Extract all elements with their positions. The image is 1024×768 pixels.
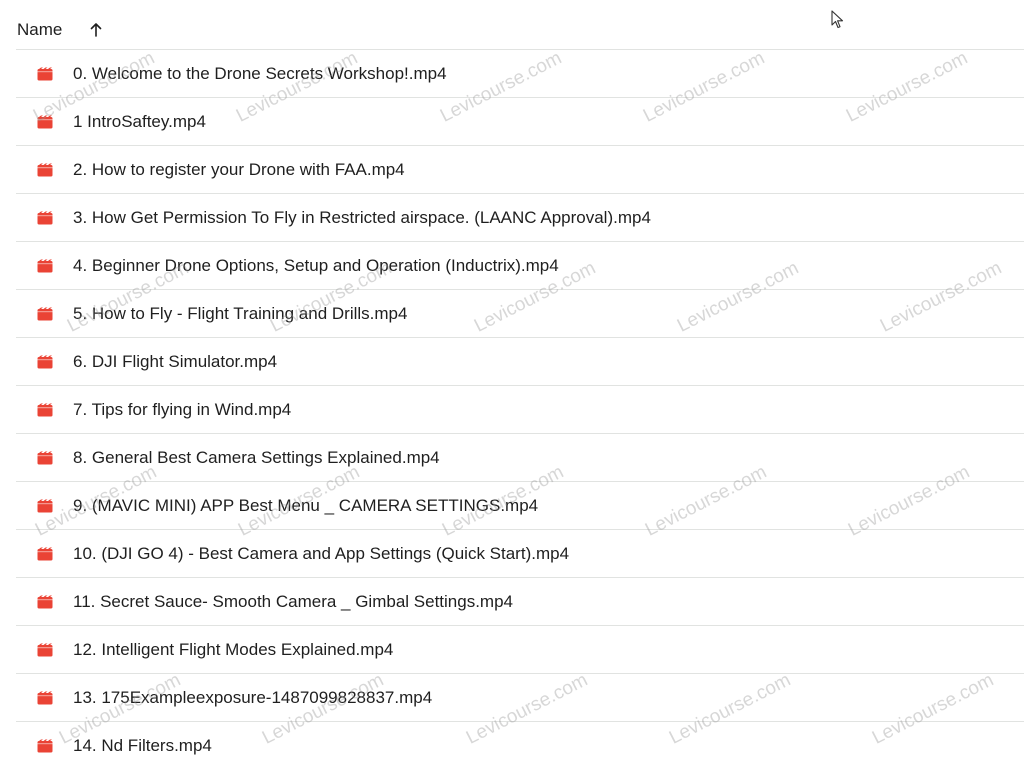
- video-file-icon: [37, 403, 53, 417]
- video-file-icon: [37, 739, 53, 753]
- video-file-icon: [37, 211, 53, 225]
- file-name: 12. Intelligent Flight Modes Explained.m…: [73, 639, 394, 659]
- file-row[interactable]: 10. (DJI GO 4) - Best Camera and App Set…: [16, 530, 1024, 578]
- video-file-icon: [37, 307, 53, 321]
- file-name: 11. Secret Sauce- Smooth Camera _ Gimbal…: [73, 591, 513, 611]
- video-file-icon: [37, 115, 53, 129]
- list-header: Name: [16, 10, 1024, 50]
- file-name: 3. How Get Permission To Fly in Restrict…: [73, 207, 651, 227]
- file-name: 2. How to register your Drone with FAA.m…: [73, 159, 405, 179]
- file-row[interactable]: 4. Beginner Drone Options, Setup and Ope…: [16, 242, 1024, 290]
- file-name: 1 IntroSaftey.mp4: [73, 111, 206, 131]
- file-row[interactable]: 11. Secret Sauce- Smooth Camera _ Gimbal…: [16, 578, 1024, 626]
- file-name: 6. DJI Flight Simulator.mp4: [73, 351, 278, 371]
- file-row[interactable]: 13. 175Exampleexposure-1487099828837.mp4: [16, 674, 1024, 722]
- file-row[interactable]: 6. DJI Flight Simulator.mp4: [16, 338, 1024, 386]
- file-row[interactable]: 1 IntroSaftey.mp4: [16, 98, 1024, 146]
- drive-file-list-page: Name 0. Welcome to the Drone Secrets Wor…: [0, 0, 1024, 768]
- video-file-icon: [37, 67, 53, 81]
- file-row[interactable]: 12. Intelligent Flight Modes Explained.m…: [16, 626, 1024, 674]
- video-file-icon: [37, 355, 53, 369]
- video-file-icon: [37, 163, 53, 177]
- file-row[interactable]: 7. Tips for flying in Wind.mp4: [16, 386, 1024, 434]
- file-name: 0. Welcome to the Drone Secrets Workshop…: [73, 63, 447, 83]
- name-column-header[interactable]: Name: [17, 20, 62, 40]
- video-file-icon: [37, 595, 53, 609]
- file-row[interactable]: 0. Welcome to the Drone Secrets Workshop…: [16, 50, 1024, 98]
- file-name: 14. Nd Filters.mp4: [73, 735, 212, 755]
- video-file-icon: [37, 643, 53, 657]
- video-file-icon: [37, 691, 53, 705]
- file-name: 7. Tips for flying in Wind.mp4: [73, 399, 292, 419]
- video-file-icon: [37, 259, 53, 273]
- file-name: 10. (DJI GO 4) - Best Camera and App Set…: [73, 543, 570, 563]
- arrow-up-icon[interactable]: [88, 22, 104, 38]
- file-row[interactable]: 3. How Get Permission To Fly in Restrict…: [16, 194, 1024, 242]
- file-row[interactable]: 5. How to Fly - Flight Training and Dril…: [16, 290, 1024, 338]
- file-name: 13. 175Exampleexposure-1487099828837.mp4: [73, 687, 433, 707]
- file-row[interactable]: 14. Nd Filters.mp4: [16, 722, 1024, 768]
- video-file-icon: [37, 547, 53, 561]
- file-name: 5. How to Fly - Flight Training and Dril…: [73, 303, 408, 323]
- file-name: 9. (MAVIC MINI) APP Best Menu _ CAMERA S…: [73, 495, 539, 515]
- file-row[interactable]: 9. (MAVIC MINI) APP Best Menu _ CAMERA S…: [16, 482, 1024, 530]
- file-row[interactable]: 2. How to register your Drone with FAA.m…: [16, 146, 1024, 194]
- video-file-icon: [37, 499, 53, 513]
- mouse-cursor-icon: [831, 10, 845, 30]
- file-name: 4. Beginner Drone Options, Setup and Ope…: [73, 255, 559, 275]
- file-list: 0. Welcome to the Drone Secrets Workshop…: [16, 50, 1024, 768]
- file-row[interactable]: 8. General Best Camera Settings Explaine…: [16, 434, 1024, 482]
- video-file-icon: [37, 451, 53, 465]
- file-name: 8. General Best Camera Settings Explaine…: [73, 447, 440, 467]
